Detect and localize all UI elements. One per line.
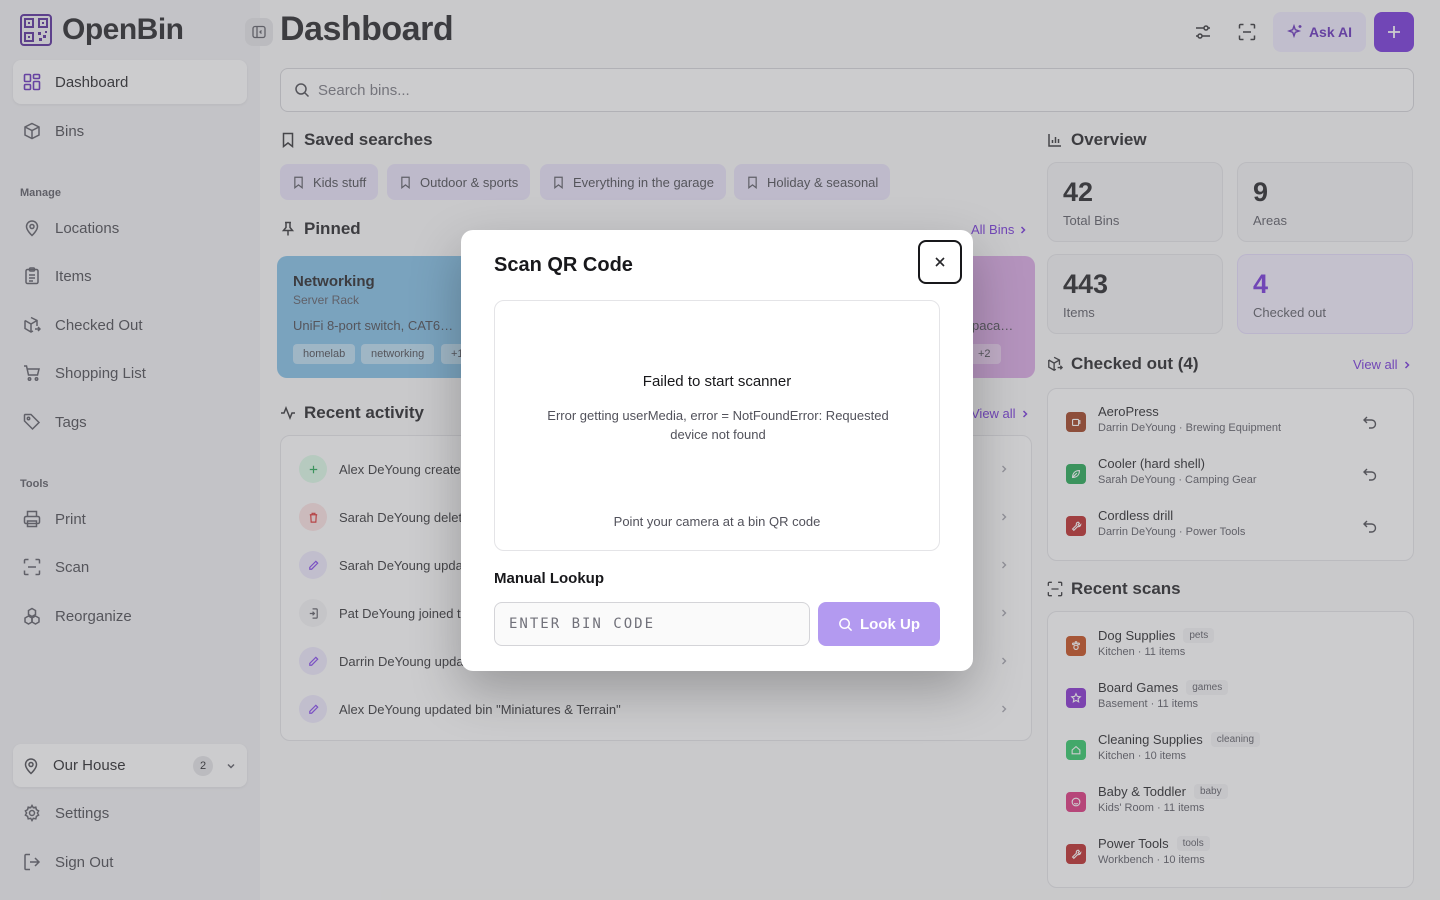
camera-viewport: Failed to start scanner Error getting us… xyxy=(494,300,940,551)
scanner-hint: Point your camera at a bin QR code xyxy=(613,514,821,529)
manual-lookup-label: Manual Lookup xyxy=(494,570,604,587)
look-up-button[interactable]: Look Up xyxy=(818,602,940,646)
close-button[interactable] xyxy=(918,240,962,284)
close-icon xyxy=(935,257,945,267)
search-icon xyxy=(839,617,853,631)
scanner-error-title: Failed to start scanner xyxy=(642,373,792,390)
scan-qr-dialog: Scan QR Code Failed to start scanner Err… xyxy=(461,230,973,671)
dialog-title: Scan QR Code xyxy=(494,254,633,276)
look-up-label: Look Up xyxy=(860,615,920,633)
scanner-error-message: Error getting userMedia, error = NotFoun… xyxy=(547,408,889,442)
bin-code-input[interactable] xyxy=(494,602,810,646)
